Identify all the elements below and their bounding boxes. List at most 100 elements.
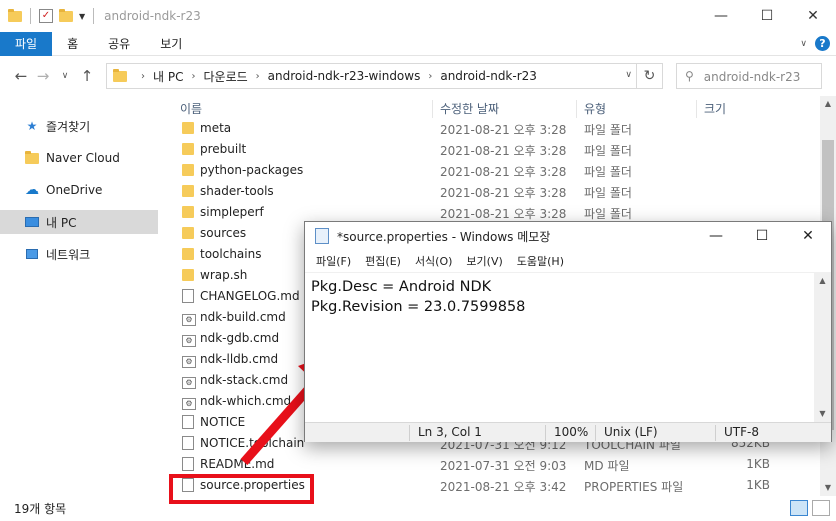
scroll-up-icon[interactable]: ▲	[820, 96, 836, 112]
column-divider[interactable]	[696, 100, 697, 118]
file-date: 2021-08-21 오후 3:42	[440, 480, 567, 494]
breadcrumb-ndk-windows[interactable]: android-ndk-r23-windows	[268, 69, 421, 83]
nav-item-onedrive[interactable]: ☁ OneDrive	[0, 178, 158, 202]
menu-edit[interactable]: 편집(E)	[358, 253, 408, 269]
divider	[93, 8, 95, 24]
onedrive-cloud-icon: ☁	[25, 182, 39, 198]
tab-share[interactable]: 공유	[93, 32, 145, 56]
file-name: meta	[200, 121, 232, 135]
navigation-pane: ★ 즐겨찾기 Naver Cloud ☁ OneDrive 내 PC 네트워크	[0, 96, 168, 496]
file-size: 1KB	[746, 457, 770, 471]
notepad-title: *source.properties - Windows 메모장	[337, 229, 551, 244]
close-button[interactable]: ✕	[790, 0, 836, 32]
notepad-text-area[interactable]: Pkg.Desc = Android NDK Pkg.Revision = 23…	[305, 272, 815, 422]
chevron-down-icon[interactable]: ▼	[79, 12, 85, 21]
minimize-button[interactable]: —	[698, 0, 744, 32]
address-bar[interactable]: › 내 PC › 다운로드 › android-ndk-r23-windows …	[106, 63, 663, 89]
chevron-right-icon[interactable]: ›	[256, 71, 260, 82]
column-header-name[interactable]: 이름	[180, 100, 202, 117]
nav-item-network[interactable]: 네트워크	[0, 242, 158, 266]
notepad-scrollbar[interactable]: ▲ ▼	[814, 272, 831, 422]
breadcrumb-ndk-r23[interactable]: android-ndk-r23	[440, 69, 537, 83]
file-name: toolchains	[200, 247, 262, 261]
menu-file[interactable]: 파일(F)	[309, 253, 358, 269]
search-input[interactable]: android-ndk-r23 검색	[704, 68, 804, 85]
new-folder-icon[interactable]	[59, 8, 73, 22]
file-type: 파일 폴더	[584, 123, 632, 137]
star-icon: ★	[26, 119, 38, 133]
column-header-size[interactable]: 크기	[704, 100, 726, 117]
maximize-button[interactable]: ☐	[744, 0, 790, 32]
forward-arrow-icon[interactable]: →	[32, 67, 54, 85]
text-line: Pkg.Revision = 23.0.7599858	[311, 299, 526, 315]
file-date: 2021-08-21 오후 3:28	[440, 165, 567, 179]
menu-view[interactable]: 보기(V)	[459, 253, 509, 269]
chevron-right-icon[interactable]: ›	[428, 71, 432, 82]
quick-access-toolbar: ✓ ▼	[0, 0, 96, 32]
notepad-maximize-button[interactable]: ☐	[739, 222, 785, 250]
breadcrumb-downloads[interactable]: 다운로드	[203, 68, 247, 85]
menu-help[interactable]: 도움말(H)	[510, 253, 571, 269]
file-name: NOTICE.toolchain	[200, 436, 305, 450]
table-row[interactable]: simpleperf 2021-08-21 오후 3:28 파일 폴더	[170, 202, 790, 223]
breadcrumb: › 내 PC › 다운로드 › android-ndk-r23-windows …	[133, 68, 537, 85]
recent-locations-chevron-icon[interactable]: ∨	[54, 71, 76, 81]
file-name: shader-tools	[200, 184, 274, 198]
folder-icon	[113, 68, 127, 82]
nav-item-naver-cloud[interactable]: Naver Cloud	[0, 146, 158, 170]
notepad-minimize-button[interactable]: —	[693, 222, 739, 250]
notepad-menu-bar: 파일(F) 편집(E) 서식(O) 보기(V) 도움말(H)	[305, 250, 831, 272]
file-date: 2021-08-21 오후 3:28	[440, 123, 567, 137]
cmd-file-icon: ⚙	[182, 332, 196, 347]
address-dropdown-icon[interactable]: ∨	[625, 70, 632, 80]
file-date: 2021-08-21 오후 3:28	[440, 144, 567, 158]
table-row[interactable]: meta 2021-08-21 오후 3:28 파일 폴더	[170, 118, 790, 139]
cloud-folder-icon	[24, 150, 40, 165]
item-count: 19개 항목	[14, 502, 67, 516]
highlight-box	[169, 474, 314, 504]
back-arrow-icon[interactable]: ←	[10, 67, 32, 85]
folder-icon	[8, 8, 22, 22]
refresh-icon[interactable]: ↻	[636, 64, 662, 88]
scroll-up-icon[interactable]: ▲	[814, 272, 831, 289]
nav-item-quick-access[interactable]: ★ 즐겨찾기	[0, 114, 158, 138]
chevron-right-icon[interactable]: ›	[141, 71, 145, 82]
properties-icon[interactable]: ✓	[39, 9, 53, 23]
text-line: Pkg.Desc = Android NDK	[311, 279, 492, 295]
search-box[interactable]: ⚲ android-ndk-r23 검색	[676, 63, 822, 89]
breadcrumb-this-pc[interactable]: 내 PC	[153, 68, 183, 85]
large-icons-view-icon[interactable]	[812, 500, 830, 516]
folder-icon	[182, 185, 194, 200]
scroll-down-icon[interactable]: ▼	[814, 405, 831, 422]
table-row[interactable]: README.md 2021-07-31 오전 9:03 MD 파일 1KB	[170, 454, 790, 475]
up-arrow-icon[interactable]: ↑	[76, 67, 98, 85]
window-controls: — ☐ ✕	[698, 0, 836, 32]
notepad-window[interactable]: *source.properties - Windows 메모장 — ☐ ✕ 파…	[304, 221, 832, 442]
notepad-close-button[interactable]: ✕	[785, 222, 831, 250]
nav-item-this-pc[interactable]: 내 PC	[0, 210, 158, 234]
notepad-status-bar: Ln 3, Col 1 100% Unix (LF) UTF-8	[305, 422, 831, 442]
tab-file[interactable]: 파일	[0, 31, 53, 56]
details-view-icon[interactable]	[790, 500, 808, 516]
file-name: ndk-gdb.cmd	[200, 331, 280, 345]
table-row[interactable]: python-packages 2021-08-21 오후 3:28 파일 폴더	[170, 160, 790, 181]
table-row[interactable]: prebuilt 2021-08-21 오후 3:28 파일 폴더	[170, 139, 790, 160]
file-icon	[182, 436, 194, 453]
column-divider[interactable]	[432, 100, 433, 118]
table-row[interactable]: shader-tools 2021-08-21 오후 3:28 파일 폴더	[170, 181, 790, 202]
nav-item-label: 즐겨찾기	[46, 119, 91, 134]
chevron-right-icon[interactable]: ›	[191, 71, 195, 82]
tab-view[interactable]: 보기	[145, 32, 197, 56]
zoom-level: 100%	[545, 425, 588, 441]
expand-ribbon-icon[interactable]: ∨	[800, 39, 807, 49]
column-divider[interactable]	[576, 100, 577, 118]
file-icon	[182, 289, 194, 306]
menu-format[interactable]: 서식(O)	[408, 253, 459, 269]
folder-icon	[182, 206, 194, 221]
folder-icon	[182, 122, 194, 137]
column-header-date[interactable]: 수정한 날짜	[440, 100, 499, 117]
help-icon[interactable]: ?	[815, 36, 830, 51]
column-header-type[interactable]: 유형	[584, 100, 606, 117]
scroll-down-icon[interactable]: ▼	[820, 480, 836, 496]
tab-home[interactable]: 홈	[52, 32, 93, 56]
